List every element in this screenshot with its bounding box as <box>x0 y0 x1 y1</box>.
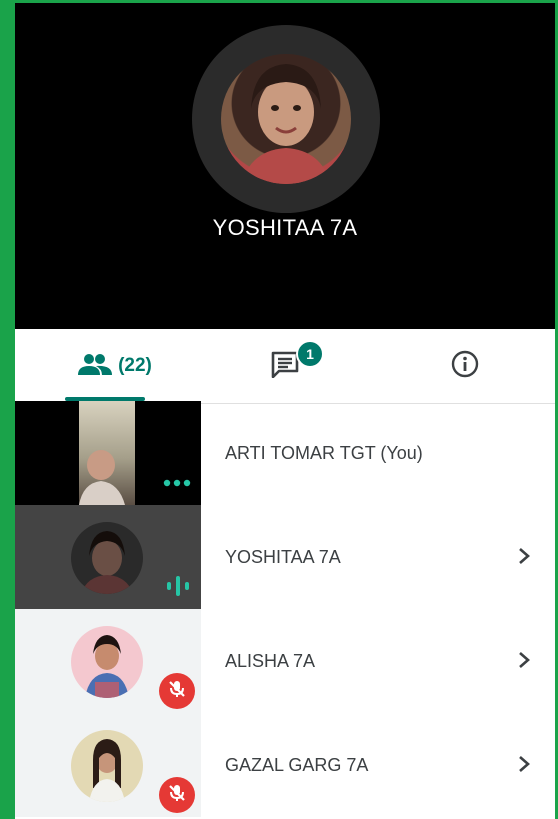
main-video-stage[interactable]: YOSHITAA 7A <box>15 3 555 329</box>
mic-off-icon <box>167 783 187 808</box>
participant-avatar <box>71 522 143 594</box>
participant-video-tile <box>15 609 201 713</box>
participant-video-tile <box>15 713 201 817</box>
participant-video-tile <box>15 505 201 609</box>
speaker-avatar <box>221 54 351 184</box>
participant-row[interactable]: ALISHA 7A <box>15 609 555 713</box>
speaking-icon <box>165 573 191 604</box>
participant-name: YOSHITAA 7A <box>225 546 341 567</box>
chevron-right-icon[interactable] <box>513 753 535 775</box>
info-icon <box>451 350 479 383</box>
mic-off-icon <box>167 679 187 704</box>
participant-name: ALISHA 7A <box>225 650 316 671</box>
speaker-name: YOSHITAA 7A <box>212 215 358 240</box>
meet-mobile-frame: YOSHITAA 7A (22) 1 ARTI TOMAR TGT (You) … <box>15 3 555 819</box>
participant-video-tile <box>15 401 201 505</box>
participant-name: ARTI TOMAR TGT (You) <box>225 442 423 463</box>
participant-row[interactable]: GAZAL GARG 7A <box>15 713 555 817</box>
chevron-right-icon[interactable] <box>513 545 535 567</box>
participant-row[interactable]: YOSHITAA 7A <box>15 505 555 609</box>
participant-name: GAZAL GARG 7A <box>225 754 369 775</box>
mic-off-badge <box>159 673 195 709</box>
mic-off-badge <box>159 777 195 813</box>
more-dots-icon[interactable] <box>163 475 191 493</box>
panel-tabs: (22) 1 <box>15 329 555 404</box>
people-icon <box>78 353 113 380</box>
people-count: (22) <box>118 355 152 376</box>
participant-avatar <box>71 730 143 802</box>
chat-unread-badge: 1 <box>296 340 324 368</box>
participant-avatar <box>71 626 143 698</box>
tab-people[interactable]: (22) <box>65 329 165 403</box>
tab-info[interactable] <box>435 329 495 403</box>
chevron-right-icon[interactable] <box>513 649 535 671</box>
participant-row[interactable]: ARTI TOMAR TGT (You) <box>15 401 555 505</box>
self-video-feed <box>79 401 135 505</box>
